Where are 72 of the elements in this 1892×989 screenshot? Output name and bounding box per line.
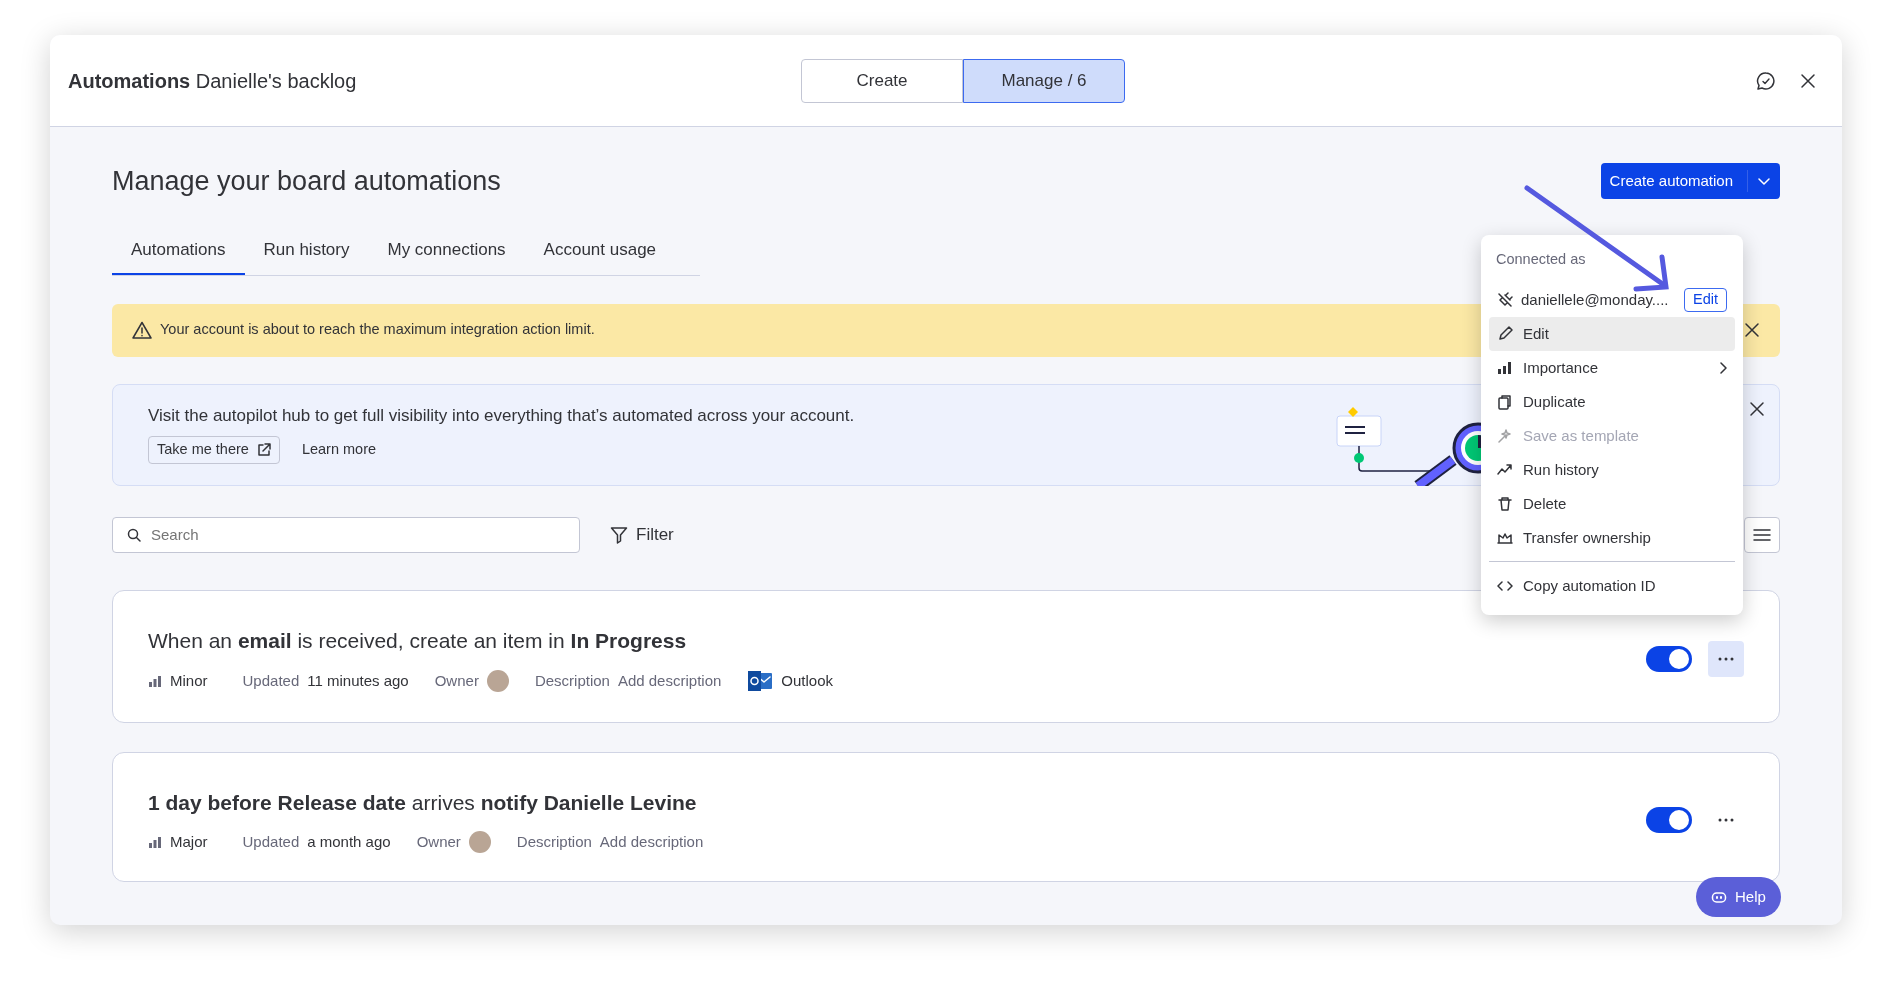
add-description-link[interactable]: Add description <box>599 830 704 853</box>
help-button[interactable]: Help <box>1696 877 1781 917</box>
updated-time: 11 minutes ago <box>307 670 409 691</box>
automation-title: 1 day before Release date arrives notify Danielle Levine <box>148 790 698 816</box>
mail-app-icon <box>747 668 774 694</box>
menu-item[interactable]: Delete <box>1489 486 1735 521</box>
menu-header: Connected as <box>1495 250 1587 269</box>
warning-icon <box>132 321 152 339</box>
importance-label: Minor <box>170 670 208 691</box>
owner-label: Owner <box>416 831 461 852</box>
updated-label: Updated <box>242 831 300 852</box>
close-icon[interactable] <box>1800 72 1816 89</box>
importance-label: Major <box>170 831 208 852</box>
owner-label: Owner <box>434 670 479 691</box>
page-heading: Manage your board automations <box>112 164 501 198</box>
close-banner-button[interactable] <box>1749 400 1765 417</box>
hub-message: Visit the autopilot hub to get full visibility into everything that’s automated across your account. <box>148 404 855 427</box>
chevron-right-icon <box>1719 361 1727 374</box>
menu-item-icon <box>1497 427 1513 444</box>
importance-bars-icon <box>148 675 162 687</box>
integration-name: Outlook <box>781 670 834 691</box>
menu-item-icon <box>1497 495 1513 512</box>
search-icon <box>127 527 141 542</box>
menu-item[interactable]: Transfer ownership <box>1489 520 1735 555</box>
chat-bubble-icon[interactable] <box>1756 70 1776 91</box>
menu-item-icon <box>1497 461 1513 478</box>
menu-item[interactable]: Run history <box>1489 452 1735 487</box>
tab[interactable]: My connections <box>368 229 525 275</box>
updated-time: a month ago <box>307 831 391 852</box>
toggle-switch[interactable] <box>1646 646 1692 673</box>
tab[interactable]: Automations <box>112 229 245 275</box>
unplugged-icon <box>1497 291 1513 308</box>
menu-item[interactable]: Importance <box>1489 350 1735 385</box>
create-automation-button[interactable]: Create automation <box>1600 163 1780 199</box>
avatar <box>486 670 509 692</box>
segment-tab[interactable]: Manage / 6 <box>963 58 1125 103</box>
close-icon <box>1749 400 1765 417</box>
filter-button[interactable]: Filter <box>604 520 680 549</box>
chevron-down-icon <box>1758 177 1770 186</box>
add-description-link[interactable]: Add description <box>617 669 722 693</box>
menu-item[interactable]: Edit <box>1489 316 1735 351</box>
segment-tab[interactable]: Create <box>801 58 963 103</box>
updated-label: Updated <box>242 670 300 691</box>
take-me-there-button[interactable]: Take me there <box>148 436 280 464</box>
description-label: Description <box>534 670 610 691</box>
close-icon <box>1744 322 1760 338</box>
tab[interactable]: Account usage <box>524 229 676 275</box>
toggle-switch[interactable] <box>1646 807 1692 833</box>
menu-item-icon <box>1497 325 1513 342</box>
account-email: daniellele@monday.... <box>1521 289 1669 310</box>
menu-item[interactable]: Duplicate <box>1489 384 1735 419</box>
menu-item[interactable]: Copy automation ID <box>1489 560 1735 605</box>
close-banner-button[interactable] <box>1744 322 1760 338</box>
more-icon <box>1718 818 1734 822</box>
search-field[interactable]: Search <box>112 516 580 553</box>
importance-bars-icon <box>148 835 162 848</box>
warning-message: Your account is about to reach the maximum integration action limit. <box>160 320 595 340</box>
tab[interactable]: Run history <box>244 229 369 275</box>
menu-item-icon <box>1497 393 1513 410</box>
list-view-button[interactable] <box>1744 516 1780 553</box>
automation-title: When an email is received, create an item in In Progress <box>148 627 688 654</box>
external-link-icon <box>256 442 271 457</box>
more-icon <box>1718 657 1734 662</box>
filter-icon <box>610 525 628 544</box>
learn-more-link[interactable]: Learn more <box>295 438 383 462</box>
avatar <box>468 830 491 853</box>
window-title: Automations Danielle's backlog <box>68 68 358 94</box>
menu-icon <box>1753 527 1771 542</box>
description-label: Description <box>516 831 592 852</box>
menu-item-icon <box>1497 359 1513 376</box>
edit-account-button[interactable]: Edit <box>1684 287 1727 312</box>
robot-icon <box>1711 890 1727 904</box>
